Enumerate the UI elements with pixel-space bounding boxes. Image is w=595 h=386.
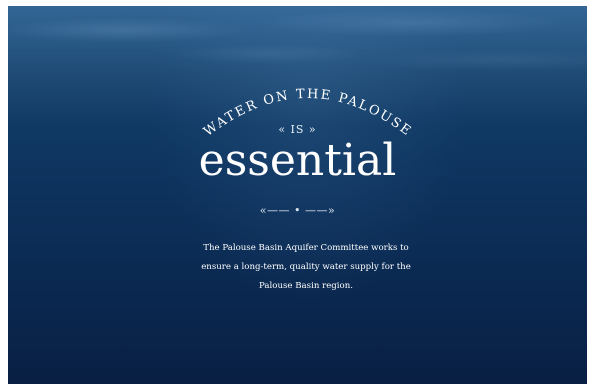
headline: essential [198, 135, 397, 186]
hero-section: WATER ON THE PALOUSE « IS » essential «—… [8, 6, 587, 384]
description-text: The Palouse Basin Aquifer Committee work… [201, 243, 411, 291]
ornamental-divider: «—— • ——» [259, 204, 336, 217]
